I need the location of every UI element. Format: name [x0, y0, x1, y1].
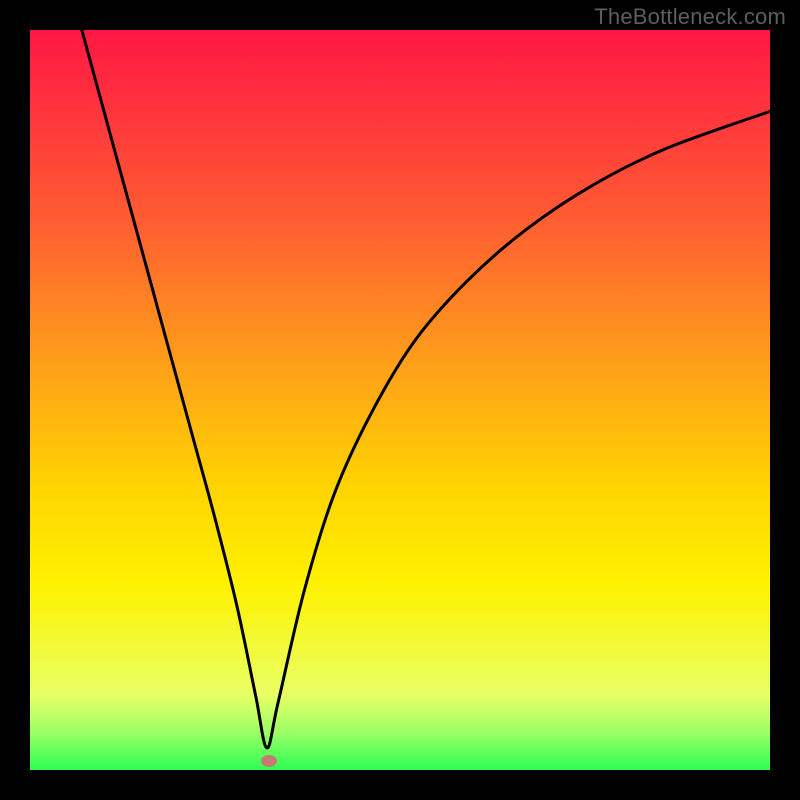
chart-frame: TheBottleneck.com	[0, 0, 800, 800]
plot-area	[30, 30, 770, 770]
optimum-marker	[261, 755, 277, 767]
curve-layer	[30, 30, 770, 770]
watermark-text: TheBottleneck.com	[594, 4, 786, 30]
bottleneck-curve	[82, 30, 770, 748]
